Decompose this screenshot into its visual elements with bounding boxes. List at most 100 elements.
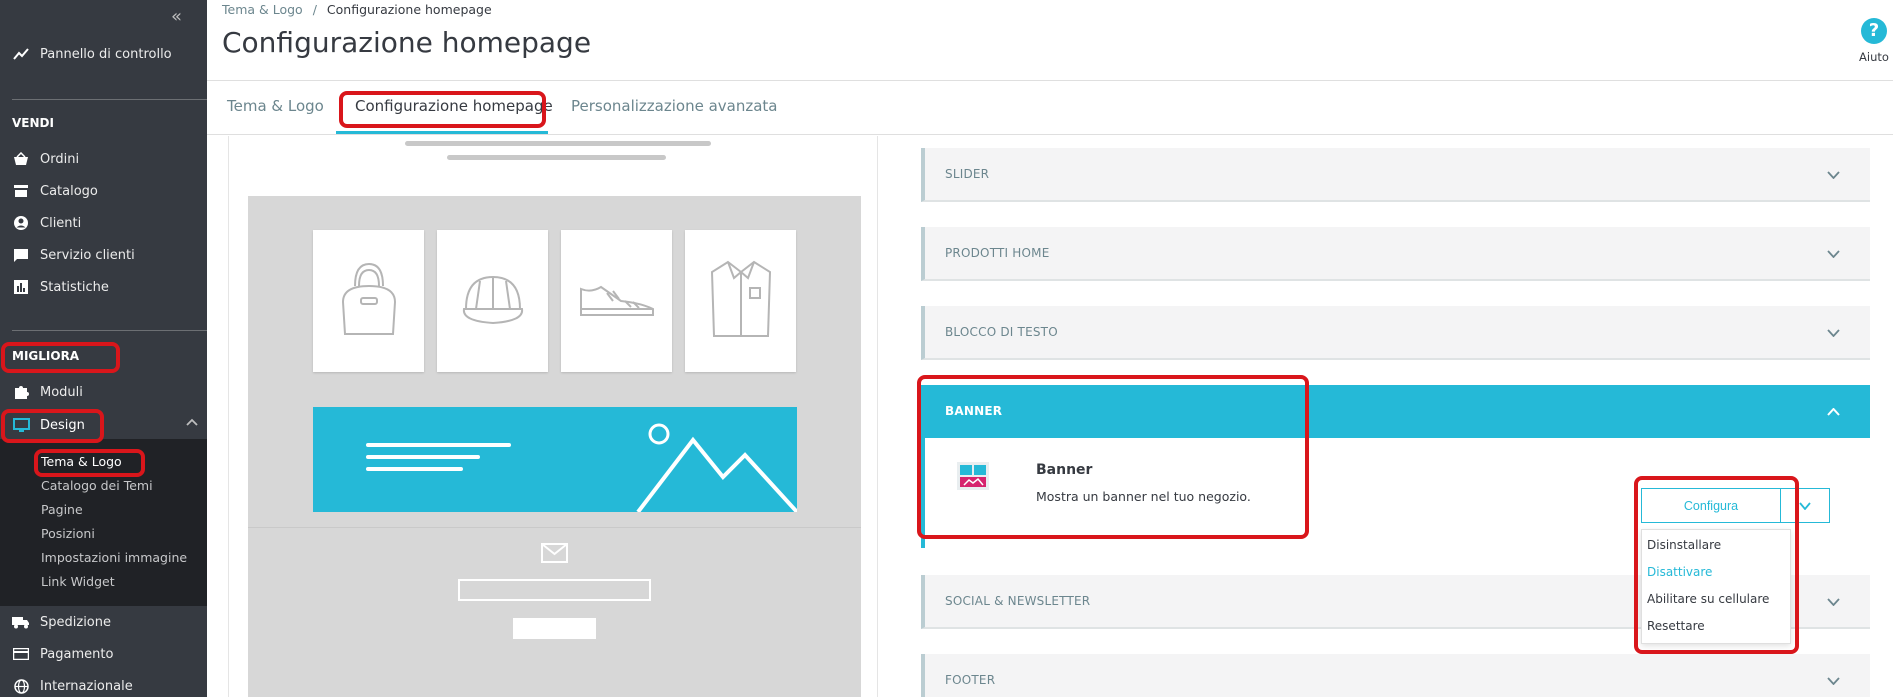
configure-button[interactable]: Configura xyxy=(1641,488,1781,523)
preview-banner xyxy=(313,407,799,514)
preview-newsletter-input xyxy=(458,579,651,601)
chevron-down-icon xyxy=(1827,674,1840,689)
credit-card-icon xyxy=(12,645,30,663)
sidebar-item-label: Statistiche xyxy=(40,279,109,295)
help-button[interactable]: ? Aiuto xyxy=(1856,18,1892,64)
panel-text-block[interactable]: BLOCCO DI TESTO xyxy=(921,306,1870,360)
sidebar-item-shipping[interactable]: Spedizione xyxy=(12,610,111,634)
panel-title: BLOCCO DI TESTO xyxy=(945,325,1058,339)
chevron-up-icon xyxy=(1827,405,1840,420)
breadcrumb: Tema & Logo / Configurazione homepage xyxy=(222,2,492,17)
breadcrumb-separator: / xyxy=(312,2,317,17)
module-name: Banner xyxy=(1036,462,1093,478)
panel-banner[interactable]: BANNER xyxy=(921,385,1870,438)
collapse-sidebar-icon[interactable]: « xyxy=(171,6,182,27)
tab-theme-logo[interactable]: Tema & Logo xyxy=(227,97,324,115)
sidebar-sub-theme-catalog[interactable]: Catalogo dei Temi xyxy=(41,478,153,493)
shirt-icon xyxy=(706,258,776,344)
sidebar-item-payment[interactable]: Pagamento xyxy=(12,642,113,666)
cap-icon xyxy=(458,269,528,333)
panel-home-products[interactable]: PRODOTTI HOME xyxy=(921,227,1870,281)
actions-dropdown-toggle[interactable] xyxy=(1781,488,1830,523)
globe-icon xyxy=(12,677,30,695)
puzzle-icon xyxy=(12,383,30,401)
sidebar-item-catalog[interactable]: Catalogo xyxy=(12,179,98,203)
sneaker-icon xyxy=(577,279,657,323)
sidebar-section-sell: VENDI xyxy=(12,116,54,130)
preview-scroll-bar xyxy=(405,141,711,146)
sidebar-item-label: Internazionale xyxy=(40,678,133,694)
sidebar-item-design[interactable]: Design xyxy=(12,413,85,437)
sidebar-item-customer-service[interactable]: Servizio clienti xyxy=(12,243,135,267)
panel-title: SLIDER xyxy=(945,167,990,181)
help-label: Aiuto xyxy=(1859,50,1889,64)
sidebar-item-dashboard[interactable]: Pannello di controllo xyxy=(12,42,172,66)
sidebar-section-improve: MIGLIORA xyxy=(12,349,80,363)
breadcrumb-current: Configurazione homepage xyxy=(326,2,492,17)
sidebar-item-label: Servizio clienti xyxy=(40,247,135,263)
sidebar-item-label: Design xyxy=(40,417,85,433)
sidebar-divider xyxy=(12,99,207,100)
monitor-icon xyxy=(12,416,30,434)
tab-homepage-config[interactable]: Configurazione homepage xyxy=(355,97,553,115)
trending-up-icon xyxy=(12,45,30,63)
sidebar-item-label: Pagamento xyxy=(40,646,114,662)
chevron-down-icon xyxy=(1799,498,1811,513)
preview-newsletter-button xyxy=(513,618,596,639)
help-icon: ? xyxy=(1861,18,1887,44)
sidebar-sub-pages[interactable]: Pagine xyxy=(41,502,83,517)
banner-mountain-icon xyxy=(366,423,799,514)
sidebar-sub-link-widget[interactable]: Link Widget xyxy=(41,574,115,589)
sidebar-item-orders[interactable]: Ordini xyxy=(12,147,79,171)
panel-footer[interactable]: FOOTER xyxy=(921,654,1870,697)
bar-chart-icon xyxy=(12,278,30,296)
store-icon xyxy=(12,182,30,200)
preview-product-card xyxy=(561,230,672,372)
module-description: Mostra un banner nel tuo negozio. xyxy=(1036,489,1251,504)
sidebar: « Pannello di controllo VENDI Ordini Cat… xyxy=(0,0,207,697)
sidebar-item-label: Clienti xyxy=(40,215,82,231)
dropdown-item-reset[interactable]: Resettare xyxy=(1647,619,1705,633)
sidebar-item-label: Catalogo xyxy=(40,183,98,199)
basket-icon xyxy=(12,150,30,168)
sidebar-item-label: Spedizione xyxy=(40,614,111,630)
active-tab-indicator xyxy=(336,131,548,134)
sidebar-item-customers[interactable]: Clienti xyxy=(12,211,81,235)
preview-product-card xyxy=(685,230,796,372)
sidebar-item-label: Pannello di controllo xyxy=(40,46,172,62)
bag-icon xyxy=(337,258,401,344)
mail-icon xyxy=(541,543,568,567)
preview-scroll-bar xyxy=(447,155,666,160)
dropdown-item-disable[interactable]: Disattivare xyxy=(1647,565,1712,579)
sidebar-item-stats[interactable]: Statistiche xyxy=(12,275,109,299)
chevron-down-icon xyxy=(1827,326,1840,341)
tab-bar: Tema & Logo Configurazione homepage Pers… xyxy=(207,81,1893,135)
sidebar-sub-positions[interactable]: Posizioni xyxy=(41,526,95,541)
preview-product-card xyxy=(313,230,424,372)
sidebar-divider xyxy=(12,330,207,331)
dropdown-item-enable-mobile[interactable]: Abilitare su cellulare xyxy=(1647,592,1769,606)
chevron-down-icon xyxy=(1827,168,1840,183)
panel-title: BANNER xyxy=(945,404,1003,418)
sidebar-item-modules[interactable]: Moduli xyxy=(12,380,83,404)
sidebar-sub-image-settings[interactable]: Impostazioni immagine xyxy=(41,550,187,565)
panel-title: SOCIAL & NEWSLETTER xyxy=(945,594,1091,608)
breadcrumb-parent[interactable]: Tema & Logo xyxy=(222,2,303,17)
chevron-down-icon xyxy=(1827,247,1840,262)
dropdown-item-uninstall[interactable]: Disinstallare xyxy=(1647,538,1721,552)
sidebar-item-international[interactable]: Internazionale xyxy=(12,674,133,697)
chevron-down-icon xyxy=(1827,595,1840,610)
sidebar-item-label: Moduli xyxy=(40,384,83,400)
panel-title: FOOTER xyxy=(945,673,996,687)
user-circle-icon xyxy=(12,214,30,232)
panel-title: PRODOTTI HOME xyxy=(945,246,1050,260)
actions-dropdown-menu: Disinstallare Disattivare Abilitare su c… xyxy=(1641,529,1791,644)
sidebar-sub-theme-logo[interactable]: Tema & Logo xyxy=(41,454,122,469)
tab-advanced-customization[interactable]: Personalizzazione avanzata xyxy=(571,97,778,115)
panel-slider[interactable]: SLIDER xyxy=(921,148,1870,202)
preview-product-card xyxy=(437,230,548,372)
banner-module-icon xyxy=(957,462,989,490)
truck-icon xyxy=(12,613,30,631)
chevron-up-icon[interactable] xyxy=(186,415,198,430)
page-title: Configurazione homepage xyxy=(222,26,592,59)
